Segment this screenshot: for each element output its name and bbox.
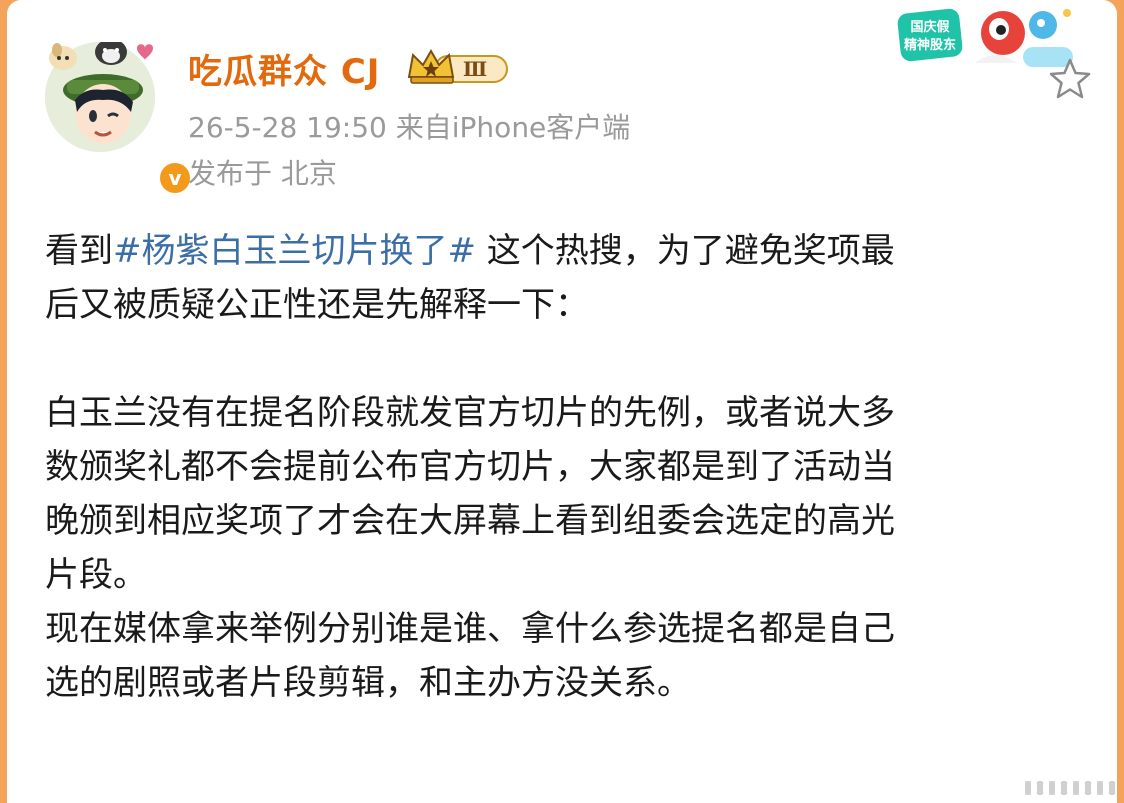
avatar[interactable]: v (45, 42, 193, 196)
user-name[interactable]: 吃瓜群众 CJ (188, 44, 380, 93)
post-line-6: 片段。 (45, 555, 147, 595)
post-content: 看到#杨紫白玉兰切片换了# 这个热搜，为了避免奖项最 后又被质疑公正性还是先解释… (45, 224, 1085, 710)
post-line-5: 晚颁到相应奖项了才会在大屏幕上看到组委会选定的高光 (45, 501, 895, 541)
post-location: 发布于 北京 (188, 157, 337, 190)
post-line-1-rest: 这个热搜，为了避免奖项最 (475, 231, 895, 271)
post-prefix: 看到 (45, 231, 113, 271)
watermark-dots-icon (1021, 775, 1117, 799)
level-text: Ⅲ (463, 57, 487, 81)
post-line-8: 选的剧照或者片段剪辑，和主办方没关系。 (45, 663, 691, 703)
post-meta: 26-5-28 19:50 来自iPhone客户端 (188, 111, 631, 144)
post-line-2: 后又被质疑公正性还是先解释一下： (45, 285, 589, 325)
crown-level-icon[interactable]: Ⅲ (405, 47, 511, 87)
post-line-7: 现在媒体拿来举例分别谁是谁、拿什么参选提名都是自己 (45, 609, 895, 649)
weibo-post-card: v 吃瓜群众 CJ Ⅲ 26-5-28 19:50 来自iPhone客户端 发布… (7, 0, 1117, 803)
hashtag-link[interactable]: #杨紫白玉兰切片换了# (113, 231, 476, 271)
favorite-star-icon[interactable] (1047, 56, 1093, 102)
post-line-3: 白玉兰没有在提名阶段就发官方切片的先例，或者说大多 (45, 393, 895, 433)
post-line-4: 数颁奖礼都不会提前公布官方切片，大家都是到了活动当 (45, 447, 895, 487)
campaign-line1: 国庆假 (910, 19, 950, 35)
post-line-1: 看到#杨紫白玉兰切片换了# 这个热搜，为了避免奖项最 (45, 224, 1085, 278)
campaign-line2: 精神股东 (904, 37, 956, 53)
